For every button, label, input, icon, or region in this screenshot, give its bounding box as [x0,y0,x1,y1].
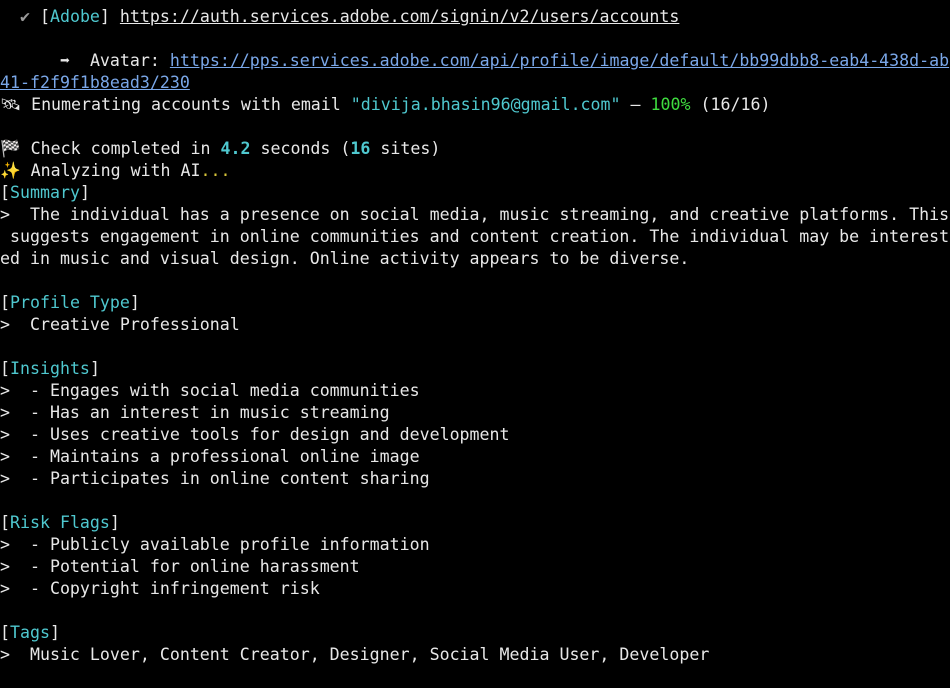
risk-flag-item: > - Copyright infringement risk [0,579,320,598]
avatar-url-link[interactable]: https://pps.services.adobe.com/api/profi… [170,51,949,70]
seconds-text: seconds ( [260,139,351,158]
arrow-right-icon: ➡ [59,51,70,70]
adobe-result-line: ✔ [Adobe] https://auth.services.adobe.co… [19,7,680,26]
summary-line: ed in music and visual design. Online ac… [0,249,690,268]
tags-value: > Music Lover, Content Creator, Designer… [0,645,710,664]
sparkles-icon: ✨ [0,161,21,180]
insight-item: > - Participates in online content shari… [0,469,430,488]
tags-heading: [Tags] [0,623,60,642]
insights-heading-label: Insights [10,359,90,378]
enumerating-text: Enumerating accounts with email [31,95,341,114]
progress-percent: 100% [650,95,691,114]
insight-item: > - Engages with social media communitie… [0,381,420,400]
insight-item: > - Uses creative tools for design and d… [0,425,510,444]
check-completed-line: 🏁 Check completed in 4.2 seconds (16 sit… [0,138,950,160]
profile-type-heading: [Profile Type] [0,293,140,312]
avatar-line: ➡ Avatar: https://pps.services.adobe.com… [0,50,950,72]
risk-flags-heading: [Risk Flags] [0,513,120,532]
site-url-link[interactable]: https://auth.services.adobe.com/signin/v… [120,7,679,26]
tags-heading-label: Tags [10,623,50,642]
avatar-url-wrap-line: 41-f2f9f1b8ead3/230 [0,72,950,94]
insights-heading: [Insights] [0,359,100,378]
progress-count: (16/16) [700,95,771,114]
avatar-url-link-continued[interactable]: 41-f2f9f1b8ead3/230 [0,73,190,92]
analyzing-line: ✨ Analyzing with AI... [0,160,950,182]
checkmark-icon: ✔ [19,7,30,26]
insight-item: > - Has an interest in music streaming [0,403,390,422]
site-name: Adobe [49,7,100,26]
summary-line: > The individual has a presence on socia… [0,205,950,224]
risk-flag-item: > - Potential for online harassment [0,557,360,576]
analyzing-dots: ... [200,161,231,180]
seconds-value: 4.2 [220,139,251,158]
profile-type-value: > Creative Professional [0,315,240,334]
analyzing-text: Analyzing with AI [30,161,201,180]
summary-line: suggests engagement in online communitie… [0,227,950,246]
sites-count: 16 [350,139,371,158]
dash-separator: — [630,95,641,114]
risk-flags-heading-label: Risk Flags [10,513,110,532]
profile-type-heading-label: Profile Type [10,293,130,312]
terminal-output: ✔ [Adobe] https://auth.services.adobe.co… [0,6,950,688]
email-value: "divija.bhasin96@gmail.com" [350,95,621,114]
checkered-flag-icon: 🏁 [0,139,21,158]
risk-flag-item: > - Publicly available profile informati… [0,535,430,554]
sites-text: sites) [380,139,441,158]
check-completed-text: Check completed in [30,139,211,158]
avatar-label: Avatar: [89,51,160,70]
insight-item: > - Maintains a professional online imag… [0,447,420,466]
summary-heading-label: Summary [10,183,80,202]
satellite-icon: 🛰 [0,95,22,114]
summary-heading: [Summary] [0,183,90,202]
enumerating-line: 🛰 Enumerating accounts with email "divij… [0,94,950,116]
